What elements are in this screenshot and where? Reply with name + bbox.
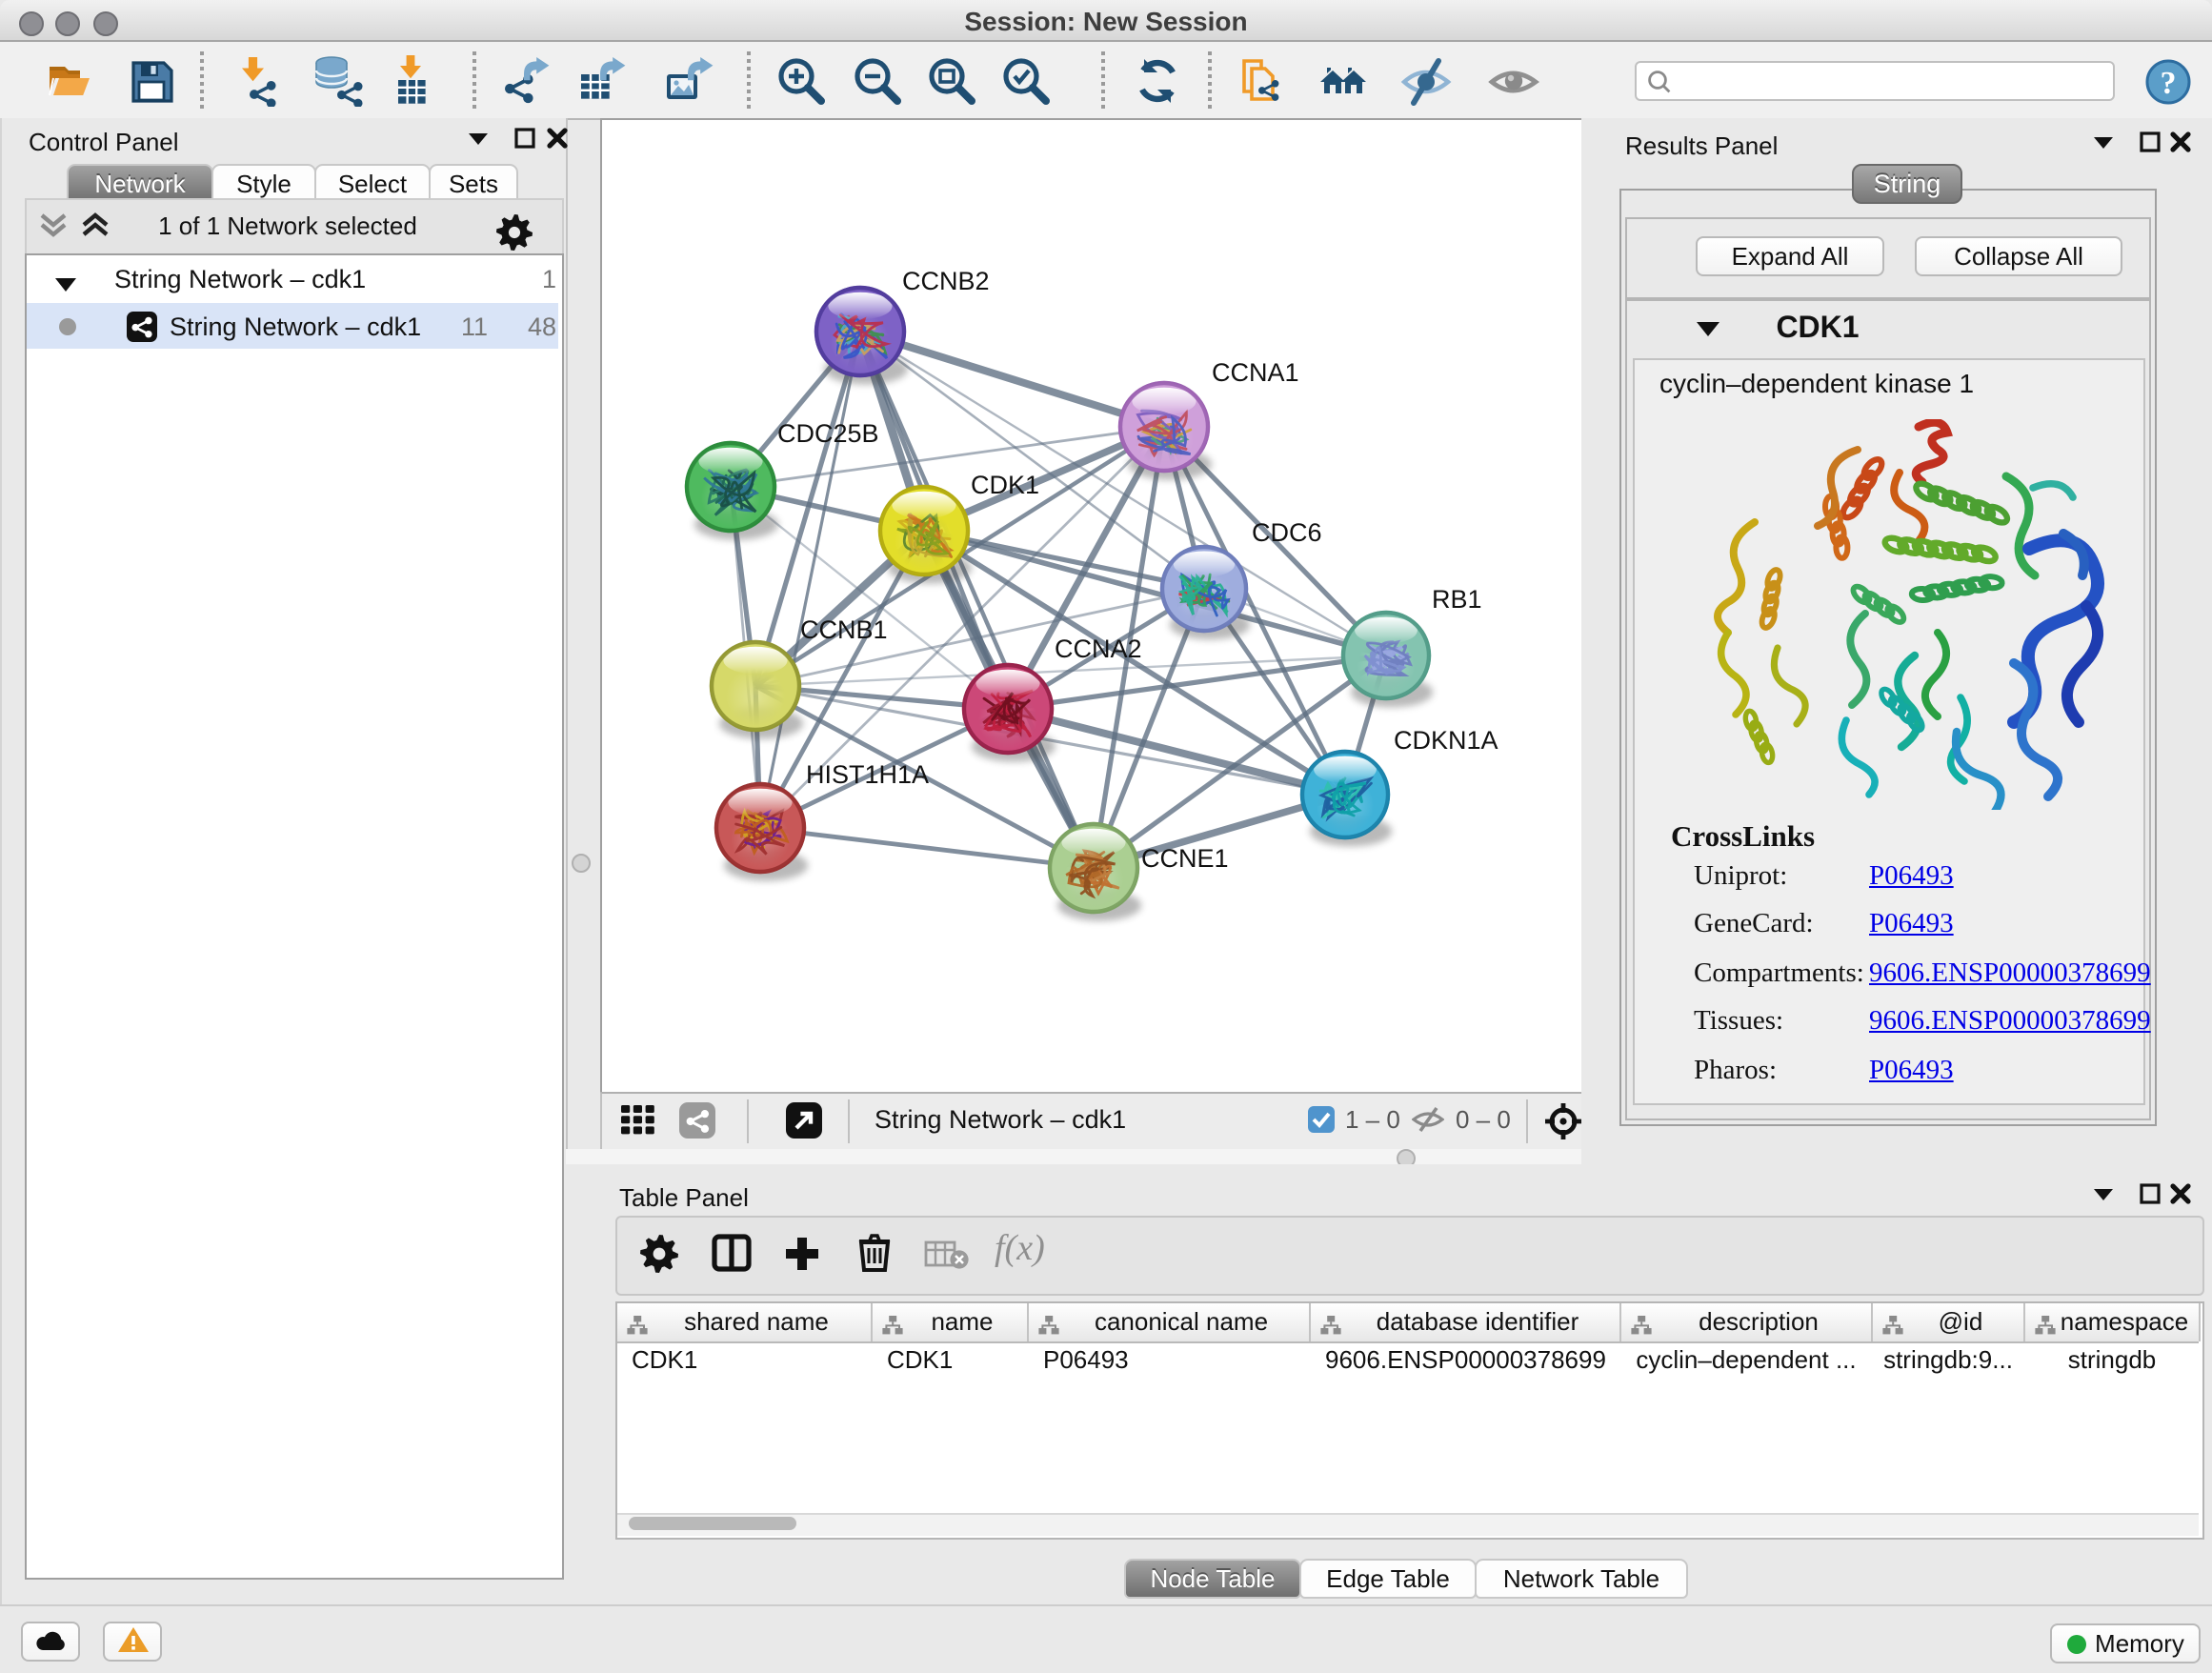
- svg-text:CDC25B: CDC25B: [777, 419, 879, 448]
- svg-text:CDK1: CDK1: [971, 471, 1039, 499]
- svg-text:CCNB2: CCNB2: [902, 267, 990, 295]
- svg-text:?: ?: [2161, 66, 2177, 101]
- svg-text:CDC6: CDC6: [1252, 518, 1322, 547]
- svg-text:CCNE1: CCNE1: [1141, 844, 1229, 873]
- svg-text:HIST1H1A: HIST1H1A: [806, 760, 929, 789]
- svg-text:CCNA2: CCNA2: [1055, 635, 1142, 663]
- svg-text:CDKN1A: CDKN1A: [1394, 726, 1498, 755]
- svg-text:CCNB1: CCNB1: [800, 615, 888, 644]
- svg-text:RB1: RB1: [1432, 585, 1482, 614]
- svg-text:CCNA1: CCNA1: [1212, 358, 1299, 387]
